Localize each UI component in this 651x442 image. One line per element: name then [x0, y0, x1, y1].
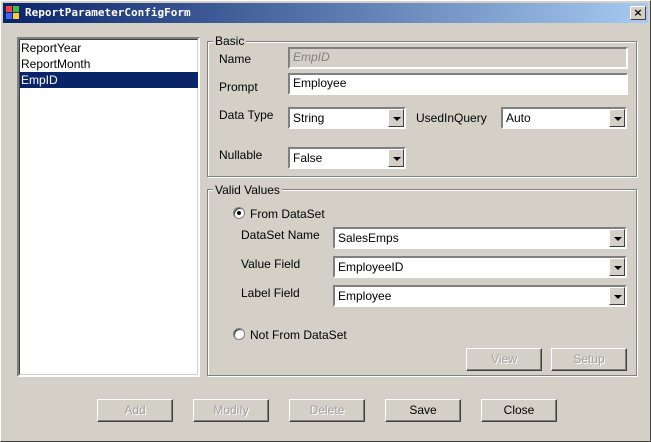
modify-button[interactable]: Modify [193, 399, 269, 422]
nullable-label: Nullable [219, 148, 263, 162]
list-item-reportmonth[interactable]: ReportMonth [20, 56, 198, 72]
view-button[interactable]: View [466, 348, 542, 371]
setup-button[interactable]: Setup [551, 348, 627, 371]
chevron-down-icon[interactable] [609, 109, 625, 127]
close-button[interactable]: Close [481, 399, 557, 422]
add-button[interactable]: Add [97, 399, 173, 422]
from-dataset-label[interactable]: From DataSet [250, 207, 325, 221]
value-field-label: Value Field [241, 257, 301, 271]
usedinquery-select[interactable]: Auto [501, 107, 627, 129]
dataset-name-select[interactable]: SalesEmps [333, 227, 627, 249]
valid-values-group-label: Valid Values [213, 183, 282, 197]
dataset-name-value: SalesEmps [338, 231, 399, 245]
chevron-down-icon[interactable] [388, 109, 404, 127]
list-item-reportyear[interactable]: ReportYear [20, 40, 198, 56]
parameter-list[interactable]: ReportYear ReportMonth EmpID [17, 37, 200, 377]
prompt-label: Prompt [219, 80, 258, 94]
label-field-select[interactable]: Employee [333, 285, 627, 307]
prompt-field[interactable]: Employee [288, 73, 628, 95]
label-field-label: Label Field [241, 286, 300, 300]
not-from-dataset-radio[interactable] [233, 328, 245, 340]
datatype-label: Data Type [219, 108, 274, 122]
basic-group-label: Basic [213, 34, 247, 48]
nullable-value: False [293, 151, 323, 165]
datatype-select[interactable]: String [288, 107, 406, 129]
label-field-value: Employee [338, 289, 392, 303]
from-dataset-radio[interactable] [233, 207, 245, 219]
usedinquery-value: Auto [506, 111, 531, 125]
save-button[interactable]: Save [385, 399, 461, 422]
nullable-select[interactable]: False [288, 147, 406, 169]
delete-button[interactable]: Delete [289, 399, 365, 422]
name-label: Name [219, 52, 252, 66]
app-icon [6, 6, 20, 20]
chevron-down-icon[interactable] [609, 258, 625, 276]
chevron-down-icon[interactable] [609, 229, 625, 247]
datatype-value: String [293, 111, 325, 125]
not-from-dataset-label[interactable]: Not From DataSet [250, 328, 347, 342]
name-field[interactable]: EmpID [288, 47, 628, 69]
report-parameter-config-window: ReportParameterConfigForm × ReportYear R… [0, 0, 651, 442]
chevron-down-icon[interactable] [388, 149, 404, 167]
dataset-name-label: DataSet Name [241, 228, 320, 242]
value-field-value: EmployeeID [338, 260, 404, 274]
title-bar[interactable]: ReportParameterConfigForm × [3, 3, 648, 23]
chevron-down-icon[interactable] [609, 287, 625, 305]
window-title: ReportParameterConfigForm [25, 6, 191, 19]
value-field-select[interactable]: EmployeeID [333, 256, 627, 278]
list-item-empid[interactable]: EmpID [20, 72, 198, 88]
close-icon[interactable]: × [630, 6, 646, 20]
usedinquery-label: UsedInQuery [416, 111, 487, 125]
